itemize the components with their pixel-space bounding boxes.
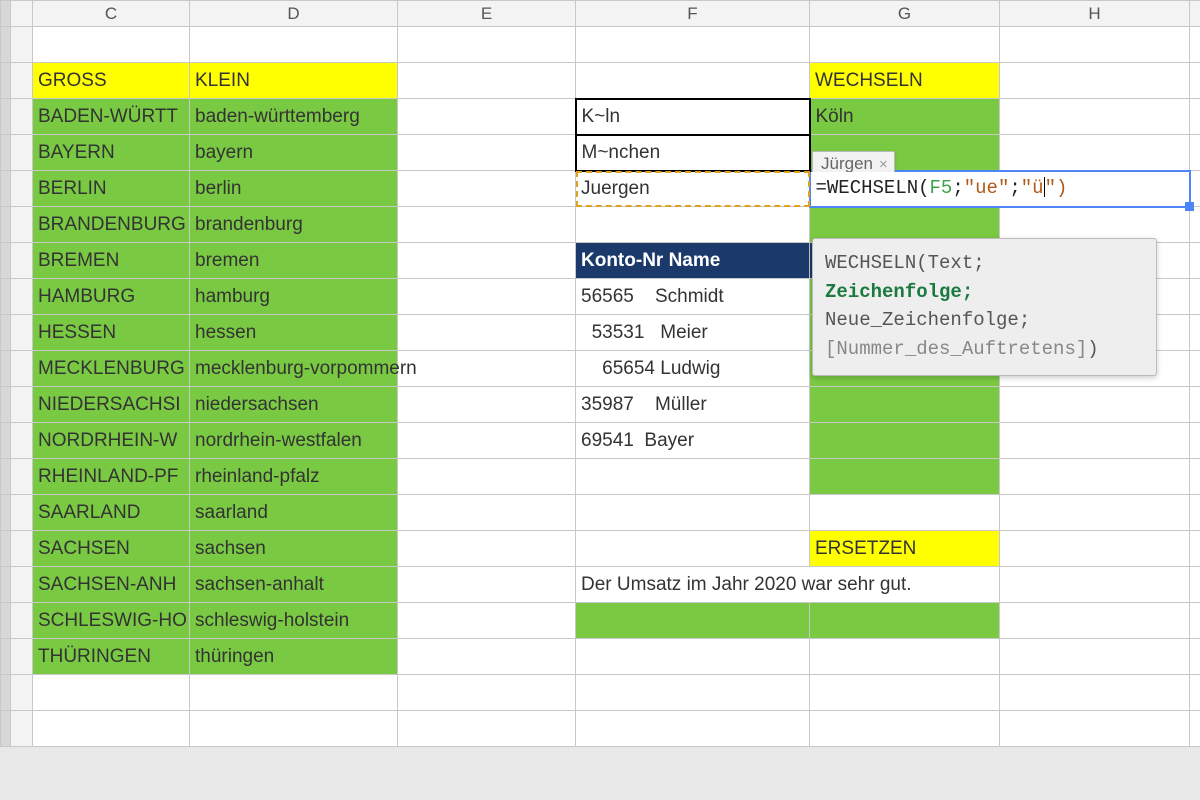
- cell-example-f1[interactable]: K~ln: [576, 99, 810, 135]
- cell-result-g1[interactable]: Köln: [810, 99, 1000, 135]
- cell[interactable]: MECKLENBURG: [33, 351, 190, 387]
- tooltip-arg4: [Nummer_des_Auftretens]: [825, 338, 1087, 360]
- tooltip-arg2-active: Zeichenfolge;: [825, 281, 973, 303]
- cell[interactable]: SACHSEN-ANH: [33, 567, 190, 603]
- cell[interactable]: THÜRINGEN: [33, 639, 190, 675]
- tooltip-fn: WECHSELN: [825, 252, 916, 274]
- sentence-cell[interactable]: Der Umsatz im Jahr 2020 war sehr gut.: [576, 567, 1000, 603]
- cell[interactable]: SAARLAND: [33, 495, 190, 531]
- cell[interactable]: berlin: [190, 171, 398, 207]
- formula-arg2: "ue": [964, 178, 1010, 200]
- function-tooltip: WECHSELN(Text; Zeichenfolge; Neue_Zeiche…: [812, 238, 1157, 376]
- corner-rowhead: [11, 1, 33, 27]
- cell[interactable]: hamburg: [190, 279, 398, 315]
- col-header-E[interactable]: E: [398, 1, 576, 27]
- cell[interactable]: HESSEN: [33, 315, 190, 351]
- cell[interactable]: rheinland-pfalz: [190, 459, 398, 495]
- formula-arg3-open: "ü: [1021, 178, 1044, 200]
- header-wechseln[interactable]: WECHSELN: [810, 63, 1000, 99]
- formula-ref: F5: [930, 178, 953, 200]
- cell[interactable]: hessen: [190, 315, 398, 351]
- cell[interactable]: NIEDERSACHSI: [33, 387, 190, 423]
- cell[interactable]: BADEN-WÜRTT: [33, 99, 190, 135]
- cell[interactable]: bremen: [190, 243, 398, 279]
- cell[interactable]: RHEINLAND-PF: [33, 459, 190, 495]
- cell[interactable]: thüringen: [190, 639, 398, 675]
- cell[interactable]: BAYERN: [33, 135, 190, 171]
- table-row[interactable]: 69541 Bayer: [576, 423, 810, 459]
- cell[interactable]: sachsen-anhalt: [190, 567, 398, 603]
- cell[interactable]: SCHLESWIG-HO: [33, 603, 190, 639]
- cell[interactable]: bayern: [190, 135, 398, 171]
- col-header-H[interactable]: H: [1000, 1, 1190, 27]
- cell[interactable]: nordrhein-westfalen: [190, 423, 398, 459]
- corner-stub: [1, 1, 11, 27]
- col-header-F[interactable]: F: [576, 1, 810, 27]
- cell[interactable]: BRANDENBURG: [33, 207, 190, 243]
- cell-resize-handle[interactable]: [1185, 202, 1194, 211]
- cell[interactable]: schleswig-holstein: [190, 603, 398, 639]
- cell-example-f2[interactable]: M~nchen: [576, 135, 810, 171]
- spreadsheet-viewport[interactable]: C D E F G H GROSS KLEIN WECHSELN BADEN-W…: [0, 0, 1200, 800]
- tooltip-arg1: Text;: [928, 252, 985, 274]
- cell[interactable]: BREMEN: [33, 243, 190, 279]
- cell[interactable]: mecklenburg-vorpommern: [190, 351, 398, 387]
- cell[interactable]: baden-württemberg: [190, 99, 398, 135]
- cell[interactable]: SACHSEN: [33, 531, 190, 567]
- formula-edit-cell[interactable]: =WECHSELN(F5;"ue";"ü"): [810, 171, 1190, 207]
- cell[interactable]: niedersachsen: [190, 387, 398, 423]
- cell[interactable]: sachsen: [190, 531, 398, 567]
- tooltip-arg3: Neue_Zeichenfolge;: [825, 309, 1030, 331]
- column-header-row: C D E F G H: [1, 1, 1200, 27]
- table-row[interactable]: 56565 Schmidt: [576, 279, 810, 315]
- table-row[interactable]: 53531 Meier: [576, 315, 810, 351]
- table-header[interactable]: Konto-Nr Name: [576, 243, 810, 279]
- table-row[interactable]: 35987 Müller: [576, 387, 810, 423]
- header-gross[interactable]: GROSS: [33, 63, 190, 99]
- header-ersetzen[interactable]: ERSETZEN: [810, 531, 1000, 567]
- header-klein[interactable]: KLEIN: [190, 63, 398, 99]
- col-header-C[interactable]: C: [33, 1, 190, 27]
- col-header-overflow: [1190, 1, 1200, 27]
- col-header-D[interactable]: D: [190, 1, 398, 27]
- cell-example-f3[interactable]: Juergen: [576, 171, 810, 207]
- cell[interactable]: brandenburg: [190, 207, 398, 243]
- formula-text: =WECHSELN(: [816, 178, 930, 200]
- cell[interactable]: BERLIN: [33, 171, 190, 207]
- cell[interactable]: NORDRHEIN-W: [33, 423, 190, 459]
- table-row[interactable]: 65654 Ludwig: [576, 351, 810, 387]
- cell[interactable]: HAMBURG: [33, 279, 190, 315]
- col-header-G[interactable]: G: [810, 1, 1000, 27]
- cell[interactable]: saarland: [190, 495, 398, 531]
